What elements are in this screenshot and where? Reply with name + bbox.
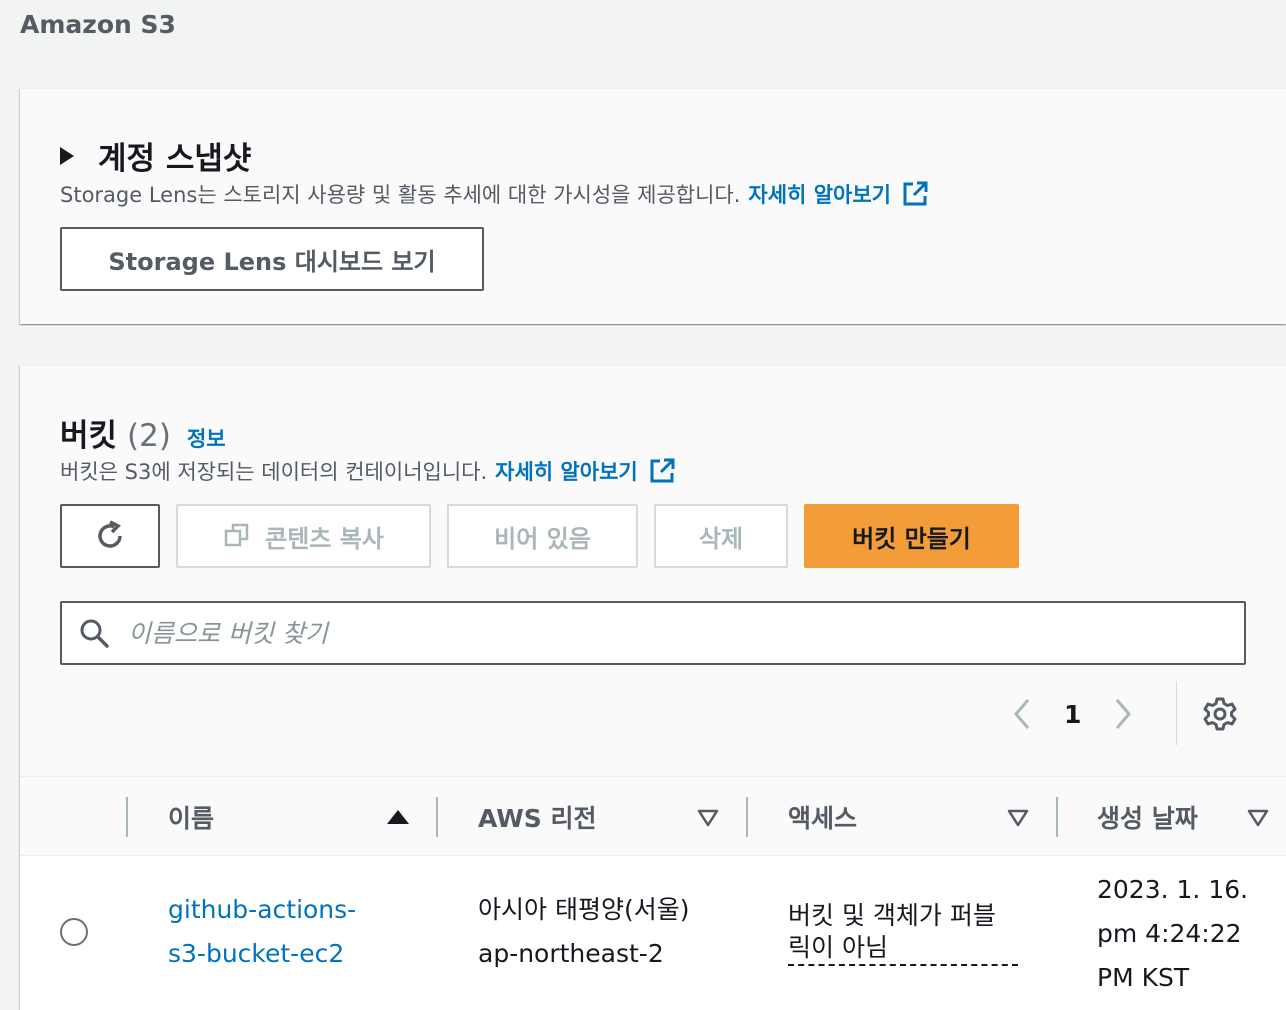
- column-divider: [436, 797, 438, 837]
- bucket-region-code: ap-northeast-2: [478, 939, 664, 968]
- sort-descending-icon[interactable]: [1247, 809, 1269, 827]
- copy-content-button[interactable]: 콘텐츠 복사: [176, 504, 431, 568]
- snapshot-learn-more-link[interactable]: 자세히 알아보기: [748, 179, 891, 209]
- bucket-search-field[interactable]: [60, 601, 1246, 665]
- sort-ascending-icon[interactable]: [387, 810, 409, 824]
- access-status-line: 버킷 및 객체가 퍼블: [788, 901, 996, 930]
- account-snapshot-title: 계정 스냅샷: [98, 141, 252, 177]
- chevron-left-icon[interactable]: [1010, 696, 1034, 732]
- storage-lens-dashboard-button[interactable]: Storage Lens 대시보드 보기: [60, 227, 484, 291]
- sort-descending-icon[interactable]: [697, 809, 719, 827]
- external-link-icon[interactable]: [648, 457, 676, 485]
- empty-bucket-button[interactable]: 비어 있음: [447, 504, 638, 568]
- copy-icon: [224, 523, 249, 547]
- current-page-number[interactable]: 1: [1064, 700, 1081, 729]
- access-status-line: 릭이 아님: [788, 933, 888, 962]
- refresh-button[interactable]: [60, 504, 160, 568]
- search-icon: [80, 619, 109, 648]
- buckets-title: 버킷: [60, 418, 118, 454]
- bucket-name-link[interactable]: github-actions- s3-bucket-ec2: [168, 888, 356, 976]
- creation-date-line: pm 4:24:22: [1097, 919, 1242, 948]
- triangle-right-icon[interactable]: [60, 146, 74, 165]
- bucket-name-line[interactable]: github-actions-: [168, 888, 356, 932]
- column-header-name[interactable]: 이름: [168, 777, 214, 857]
- create-bucket-button[interactable]: 버킷 만들기: [804, 504, 1019, 568]
- pagination-divider: [1176, 681, 1177, 745]
- bucket-region-name: 아시아 태평양(서울): [478, 895, 690, 924]
- chevron-right-icon[interactable]: [1111, 696, 1135, 732]
- refresh-icon: [98, 520, 122, 548]
- buckets-description: 버킷은 S3에 저장되는 데이터의 컨테이너입니다. 자세히 알아보기: [60, 456, 676, 486]
- buckets-panel: 버킷 (2) 정보 버킷은 S3에 저장되는 데이터의 컨테이너입니다. 자세히…: [20, 365, 1286, 1010]
- bucket-creation-date: 2023. 1. 16. pm 4:24:22 PM KST: [1097, 868, 1248, 1000]
- external-link-icon[interactable]: [901, 180, 929, 208]
- snapshot-description-text: Storage Lens는 스토리지 사용량 및 활동 추세에 대한 가시성을 …: [60, 183, 741, 207]
- account-snapshot-panel: 계정 스냅샷 Storage Lens는 스토리지 사용량 및 활동 추세에 대…: [20, 88, 1286, 324]
- info-link[interactable]: 정보: [187, 423, 226, 453]
- buckets-header: 버킷 (2) 정보: [60, 410, 226, 455]
- sort-descending-icon[interactable]: [1007, 809, 1029, 827]
- column-header-created[interactable]: 생성 날짜: [1097, 777, 1198, 857]
- delete-bucket-button[interactable]: 삭제: [654, 504, 788, 568]
- bucket-region: 아시아 태평양(서울) ap-northeast-2: [478, 888, 689, 976]
- bucket-access-status[interactable]: 버킷 및 객체가 퍼블 릭이 아님: [788, 900, 1018, 966]
- copy-content-label: 콘텐츠 복사: [265, 524, 384, 553]
- pagination: 1: [1010, 696, 1135, 732]
- creation-date-line: 2023. 1. 16.: [1097, 875, 1249, 904]
- buckets-description-text: 버킷은 S3에 저장되는 데이터의 컨테이너입니다.: [60, 460, 488, 484]
- bucket-name-line[interactable]: s3-bucket-ec2: [168, 932, 356, 976]
- column-header-access[interactable]: 액세스: [788, 777, 857, 857]
- column-header-region[interactable]: AWS 리전: [478, 777, 597, 857]
- creation-date-line: PM KST: [1097, 963, 1190, 992]
- account-snapshot-header[interactable]: 계정 스냅샷: [60, 133, 251, 178]
- table-row[interactable]: github-actions- s3-bucket-ec2 아시아 태평양(서울…: [20, 856, 1286, 1010]
- bucket-table-header: 이름 AWS 리전 액세스 생성 날짜: [20, 776, 1286, 856]
- buckets-count: (2): [127, 418, 171, 454]
- bucket-search-input[interactable]: [128, 618, 1188, 648]
- radio-icon[interactable]: [60, 918, 88, 946]
- account-snapshot-description: Storage Lens는 스토리지 사용량 및 활동 추세에 대한 가시성을 …: [60, 179, 929, 209]
- column-divider: [746, 797, 748, 837]
- app-title: Amazon S3: [20, 10, 176, 39]
- column-divider: [1056, 797, 1058, 837]
- buckets-learn-more-link[interactable]: 자세히 알아보기: [495, 456, 638, 486]
- gear-icon[interactable]: [1202, 696, 1238, 732]
- column-divider: [126, 797, 128, 837]
